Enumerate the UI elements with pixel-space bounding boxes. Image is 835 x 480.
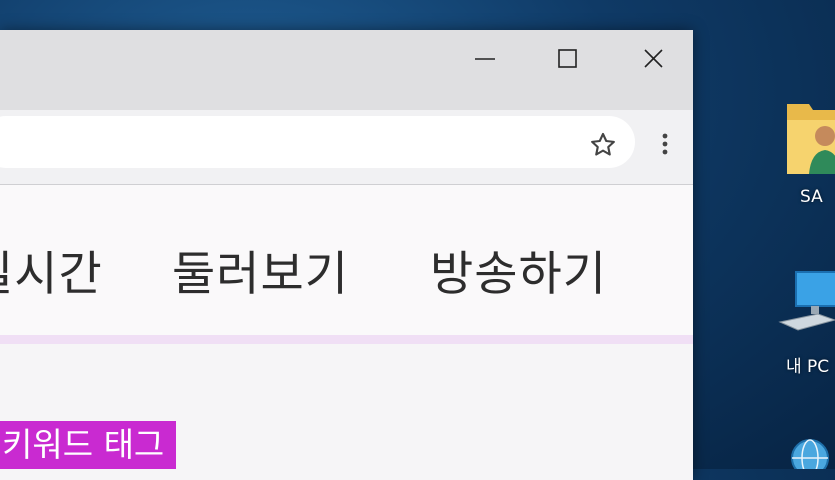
nav-item-browse[interactable]: 둘러보기 bbox=[172, 235, 349, 304]
close-icon bbox=[644, 49, 663, 68]
maximize-button[interactable] bbox=[548, 42, 588, 76]
nav-item-live[interactable]: 실시간 bbox=[0, 235, 103, 304]
kebab-menu-icon bbox=[662, 133, 668, 155]
nav-item-broadcast[interactable]: 방송하기 bbox=[430, 235, 607, 304]
computer-icon bbox=[778, 271, 835, 331]
user-folder-icon bbox=[787, 104, 835, 174]
title-bar bbox=[0, 30, 693, 110]
bookmark-button[interactable] bbox=[588, 130, 618, 160]
maximize-icon bbox=[558, 49, 577, 68]
desktop-icon-label: SA bbox=[800, 187, 823, 207]
desktop-icon-label: 내 PC bbox=[786, 357, 830, 377]
close-button[interactable] bbox=[634, 42, 674, 76]
network-icon bbox=[791, 439, 829, 469]
browser-window: 실시간 둘러보기 방송하기 bbox=[0, 30, 693, 480]
minimize-button[interactable] bbox=[465, 42, 505, 76]
keyword-tag-badge: 키워드 태그 bbox=[0, 421, 177, 469]
star-icon bbox=[591, 132, 615, 156]
browser-menu-button[interactable] bbox=[655, 128, 675, 160]
address-bar[interactable] bbox=[0, 116, 635, 168]
minimize-icon bbox=[475, 58, 495, 60]
site-nav: 실시간 둘러보기 방송하기 bbox=[0, 185, 693, 344]
